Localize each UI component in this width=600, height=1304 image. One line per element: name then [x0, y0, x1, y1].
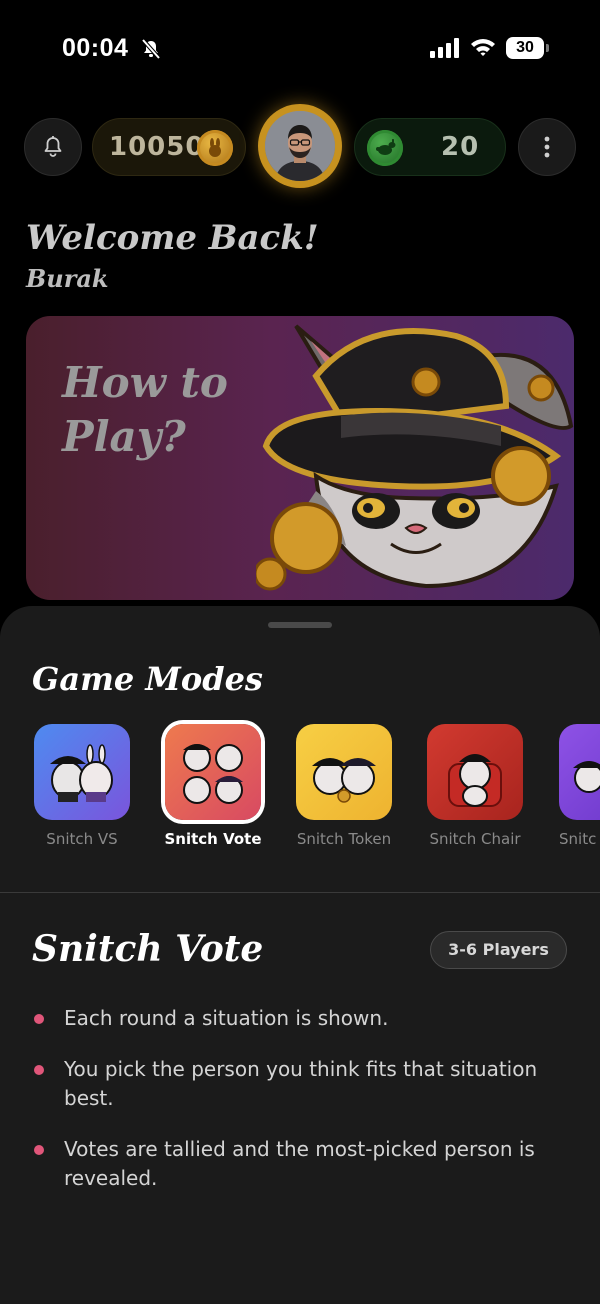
rule-text: You pick the person you think fits that … — [64, 1057, 538, 1110]
mode-snitch-partial[interactable]: Snitc — [551, 724, 600, 848]
welcome-heading: Welcome Back! — [26, 218, 319, 258]
silent-mode-icon — [141, 38, 161, 60]
banner-title: How to Play? — [62, 358, 228, 461]
snitch-vote-icon — [165, 724, 261, 820]
mode-label: Snitch Vote — [164, 830, 262, 848]
gold-coin-icon — [197, 130, 233, 166]
token-balance[interactable]: 20 — [354, 118, 506, 176]
cellular-signal-icon — [430, 38, 459, 58]
green-token-icon — [367, 130, 403, 166]
snitch-chair-icon — [427, 724, 523, 820]
coin-balance-value: 10050 — [109, 132, 205, 162]
mode-snitch-vs[interactable]: Snitch VS — [27, 724, 137, 848]
mode-detail-title: Snitch Vote — [32, 928, 264, 970]
snitch-mode-icon — [559, 724, 600, 820]
bullet-dot-icon — [34, 1145, 44, 1155]
mode-label: Snitch Token — [296, 830, 392, 848]
mode-snitch-vote[interactable]: Snitch Vote — [158, 724, 268, 848]
rules-list: Each round a situation is shown. You pic… — [32, 1004, 572, 1215]
wifi-icon — [471, 39, 495, 56]
bunny-mascot-illustration — [256, 324, 574, 591]
status-time: 00:04 — [62, 34, 129, 62]
divider — [0, 892, 600, 893]
bullet-dot-icon — [34, 1065, 44, 1075]
rule-text: Votes are tallied and the most-picked pe… — [64, 1137, 535, 1190]
more-vertical-icon — [544, 136, 550, 158]
how-to-play-banner[interactable]: How to Play? — [26, 316, 574, 600]
list-item: Votes are tallied and the most-picked pe… — [32, 1135, 572, 1193]
battery-tip — [546, 44, 549, 52]
mode-label: Snitc — [559, 830, 597, 848]
top-bar: 10050 20 — [0, 104, 600, 192]
status-bar: 00:04 30 — [0, 0, 600, 96]
mode-snitch-chair[interactable]: Snitch Chair — [420, 724, 530, 848]
bullet-dot-icon — [34, 1014, 44, 1024]
token-balance-value: 20 — [441, 132, 480, 162]
mode-snitch-token[interactable]: Snitch Token — [289, 724, 399, 848]
players-count-badge: 3-6 Players — [430, 931, 567, 969]
snitch-token-icon — [296, 724, 392, 820]
avatar — [265, 111, 335, 181]
rule-text: Each round a situation is shown. — [64, 1006, 389, 1030]
mode-label: Snitch VS — [46, 830, 118, 848]
sheet-drag-handle[interactable] — [268, 622, 332, 628]
snitch-vs-icon — [34, 724, 130, 820]
battery-level: 30 — [506, 37, 544, 59]
game-modes-carousel[interactable]: Snitch VS Snitch Vote Snitch Token Snitc… — [0, 724, 600, 854]
username: Burak — [26, 264, 109, 293]
profile-avatar-button[interactable] — [258, 104, 342, 188]
list-item: You pick the person you think fits that … — [32, 1055, 572, 1113]
coin-balance[interactable]: 10050 — [92, 118, 246, 176]
battery-indicator: 30 — [506, 37, 549, 59]
more-options-button[interactable] — [518, 118, 576, 176]
game-modes-title: Game Modes — [32, 660, 263, 698]
bell-icon — [44, 136, 62, 157]
list-item: Each round a situation is shown. — [32, 1004, 572, 1033]
game-modes-sheet: Game Modes Snitch VS Snitch Vote Snitch … — [0, 606, 600, 1304]
notifications-button[interactable] — [24, 118, 82, 176]
mode-label: Snitch Chair — [429, 830, 521, 848]
